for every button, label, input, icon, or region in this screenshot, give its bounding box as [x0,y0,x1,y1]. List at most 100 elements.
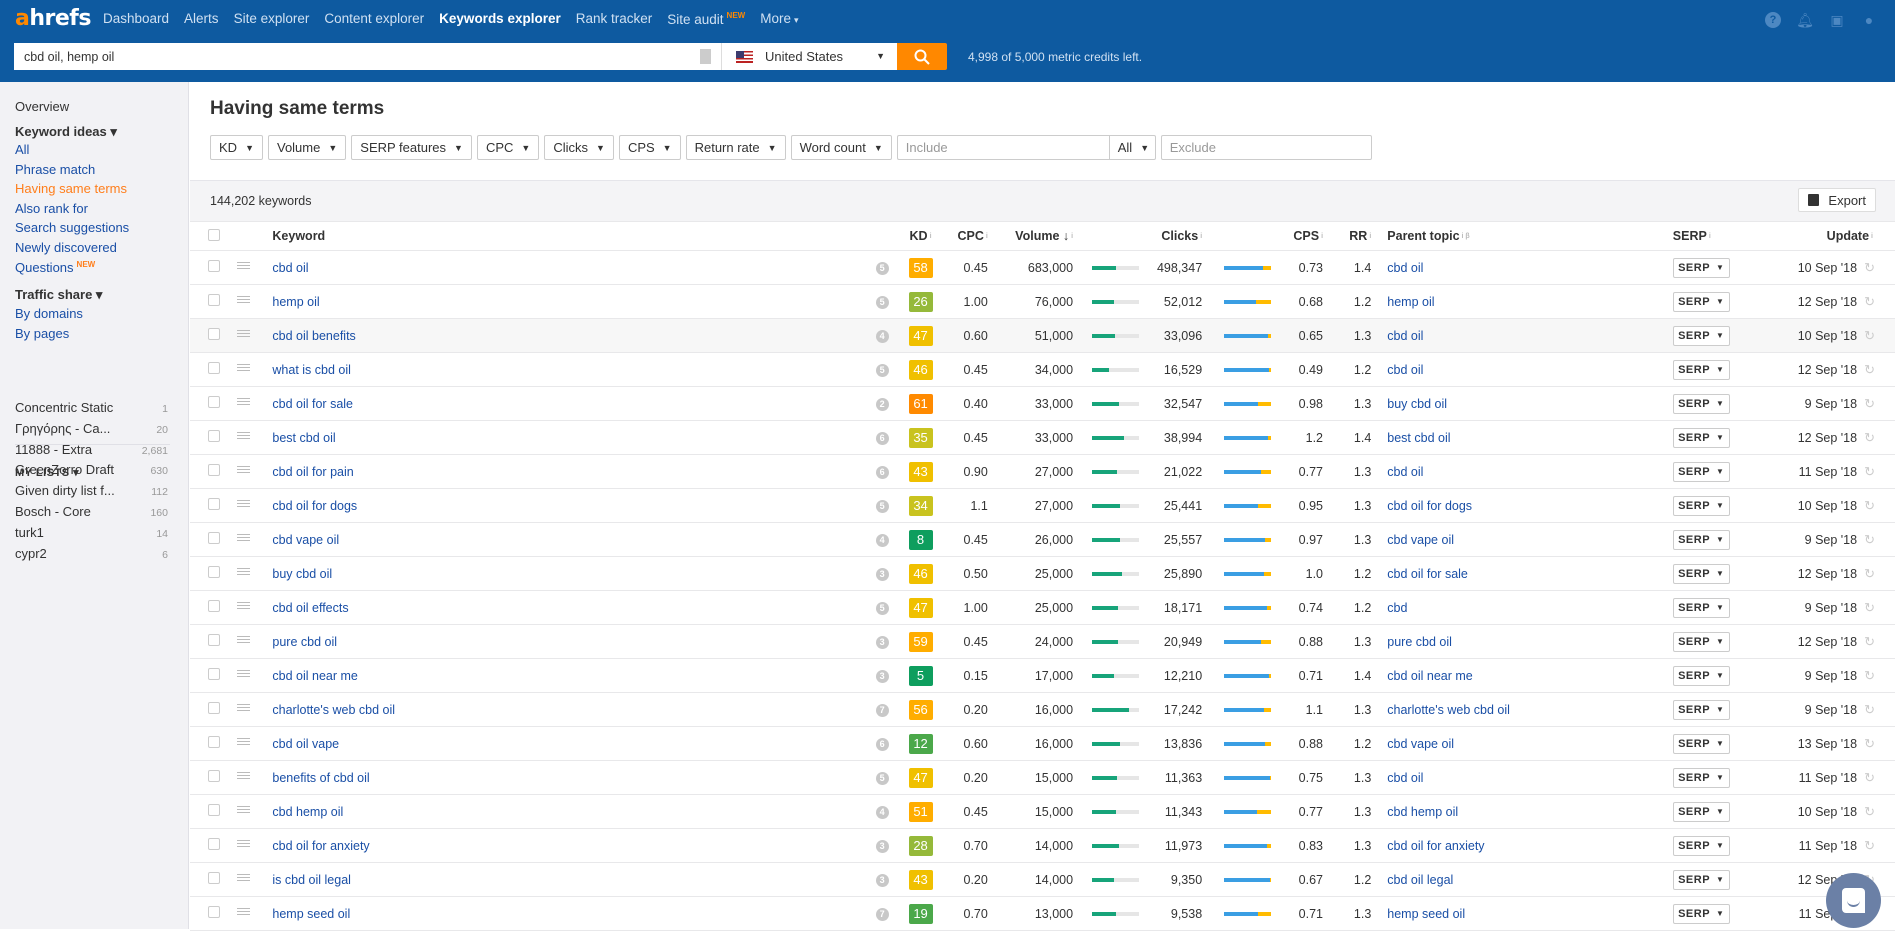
keyword-link[interactable]: cbd oil for pain [272,465,353,479]
nav-keywords-explorer[interactable]: Keywords explorer [439,11,561,27]
row-checkbox[interactable] [208,634,220,646]
filter-return-rate[interactable]: Return rate▼ [686,135,786,160]
row-checkbox[interactable] [208,906,220,918]
serp-dropdown-button[interactable]: SERP▼ [1673,564,1730,584]
messages-icon[interactable]: ▣ [1829,12,1845,28]
serp-dropdown-button[interactable]: SERP▼ [1673,802,1730,822]
sidebar-item-search-suggestions[interactable]: Search suggestions [15,220,129,235]
refresh-icon[interactable]: ↻ [1864,838,1875,853]
my-list-item[interactable]: Concentric Static1 [15,400,168,415]
row-checkbox[interactable] [208,872,220,884]
row-checkbox[interactable] [208,838,220,850]
help-icon[interactable]: ? [1765,12,1781,28]
serp-features-count[interactable]: 5 [876,364,889,377]
add-to-list-icon[interactable] [237,568,250,578]
add-to-list-icon[interactable] [237,704,250,714]
row-checkbox[interactable] [208,294,220,306]
refresh-icon[interactable]: ↻ [1864,668,1875,683]
row-checkbox[interactable] [208,600,220,612]
serp-features-count[interactable]: 7 [876,908,889,921]
serp-dropdown-button[interactable]: SERP▼ [1673,496,1730,516]
nav-site-explorer[interactable]: Site explorer [234,11,310,27]
serp-dropdown-button[interactable]: SERP▼ [1673,768,1730,788]
country-select[interactable]: United States▼ [721,43,897,70]
sidebar-item-by-domains[interactable]: By domains [15,306,83,321]
refresh-icon[interactable]: ↻ [1864,804,1875,819]
sidebar-item-also-rank-for[interactable]: Also rank for [15,201,88,216]
col-kd[interactable]: KDi [901,222,941,251]
add-to-list-icon[interactable] [237,670,250,680]
sidebar-keyword-ideas-heading[interactable]: Keyword ideas ▾ [15,124,117,140]
parent-topic-link[interactable]: hemp seed oil [1387,907,1465,921]
refresh-icon[interactable]: ↻ [1864,532,1875,547]
refresh-icon[interactable]: ↻ [1864,634,1875,649]
my-list-item[interactable]: Bosch - Core160 [15,504,168,519]
add-to-list-icon[interactable] [237,500,250,510]
keywords-search-input[interactable]: cbd oil, hemp oil [14,43,721,70]
parent-topic-link[interactable]: cbd oil for anxiety [1387,839,1484,853]
sidebar-item-by-pages[interactable]: By pages [15,326,69,341]
keyword-link[interactable]: buy cbd oil [272,567,332,581]
refresh-icon[interactable]: ↻ [1864,464,1875,479]
row-checkbox[interactable] [208,736,220,748]
my-list-item[interactable]: 11888 - Extra2,681 [15,442,168,457]
row-checkbox[interactable] [208,464,220,476]
parent-topic-link[interactable]: cbd oil legal [1387,873,1453,887]
keyword-link[interactable]: cbd oil for dogs [272,499,357,513]
serp-features-count[interactable]: 3 [876,568,889,581]
my-list-item[interactable]: GreenZorro Draft630 [15,462,168,477]
keyword-link[interactable]: cbd oil for anxiety [272,839,369,853]
serp-features-count[interactable]: 3 [876,636,889,649]
col-clicks[interactable]: Clicksi [1143,222,1203,251]
refresh-icon[interactable]: ↻ [1864,770,1875,785]
serp-features-count[interactable]: 7 [876,704,889,717]
sidebar-item-questions[interactable]: QuestionsNEW [15,260,95,275]
refresh-icon[interactable]: ↻ [1864,566,1875,581]
parent-topic-link[interactable]: buy cbd oil [1387,397,1447,411]
row-checkbox[interactable] [208,770,220,782]
serp-dropdown-button[interactable]: SERP▼ [1673,326,1730,346]
add-to-list-icon[interactable] [237,432,250,442]
row-checkbox[interactable] [208,668,220,680]
keyword-link[interactable]: cbd hemp oil [272,805,343,819]
exclude-input[interactable]: Exclude [1161,135,1372,160]
my-list-item[interactable]: Γρηγόρης - Ca...20 [15,421,168,436]
col-keyword[interactable]: Keyword [272,222,863,251]
sidebar-overview[interactable]: Overview [15,99,69,114]
add-to-list-icon[interactable] [237,636,250,646]
user-icon[interactable]: ● [1861,12,1877,28]
serp-features-count[interactable]: 3 [876,874,889,887]
serp-features-count[interactable]: 3 [876,840,889,853]
refresh-icon[interactable]: ↻ [1864,260,1875,275]
keyword-link[interactable]: cbd oil vape [272,737,339,751]
col-cpc[interactable]: CPCi [940,222,988,251]
sidebar-item-newly-discovered[interactable]: Newly discovered [15,240,117,255]
parent-topic-link[interactable]: cbd hemp oil [1387,805,1458,819]
filter-volume[interactable]: Volume▼ [268,135,346,160]
add-to-list-icon[interactable] [237,806,250,816]
filter-serp-features[interactable]: SERP features▼ [351,135,472,160]
keyword-link[interactable]: charlotte's web cbd oil [272,703,395,717]
add-to-list-icon[interactable] [237,398,250,408]
parent-topic-link[interactable]: cbd oil [1387,465,1423,479]
parent-topic-link[interactable]: cbd [1387,601,1407,615]
keyword-link[interactable]: benefits of cbd oil [272,771,369,785]
serp-features-count[interactable]: 3 [876,670,889,683]
row-checkbox[interactable] [208,396,220,408]
refresh-icon[interactable]: ↻ [1864,702,1875,717]
serp-features-count[interactable]: 2 [876,398,889,411]
my-list-item[interactable]: turk114 [15,525,168,540]
serp-features-count[interactable]: 6 [876,466,889,479]
nav-rank-tracker[interactable]: Rank tracker [576,11,653,27]
row-checkbox[interactable] [208,260,220,272]
parent-topic-link[interactable]: best cbd oil [1387,431,1450,445]
serp-features-count[interactable]: 4 [876,330,889,343]
nav-more[interactable]: More▾ [760,11,798,27]
include-mode-select[interactable]: All▼ [1109,135,1156,160]
serp-dropdown-button[interactable]: SERP▼ [1673,428,1730,448]
serp-dropdown-button[interactable]: SERP▼ [1673,870,1730,890]
row-checkbox[interactable] [208,804,220,816]
nav-site-audit[interactable]: Site auditNEW [667,11,745,27]
add-to-list-icon[interactable] [237,364,250,374]
add-to-list-icon[interactable] [237,738,250,748]
